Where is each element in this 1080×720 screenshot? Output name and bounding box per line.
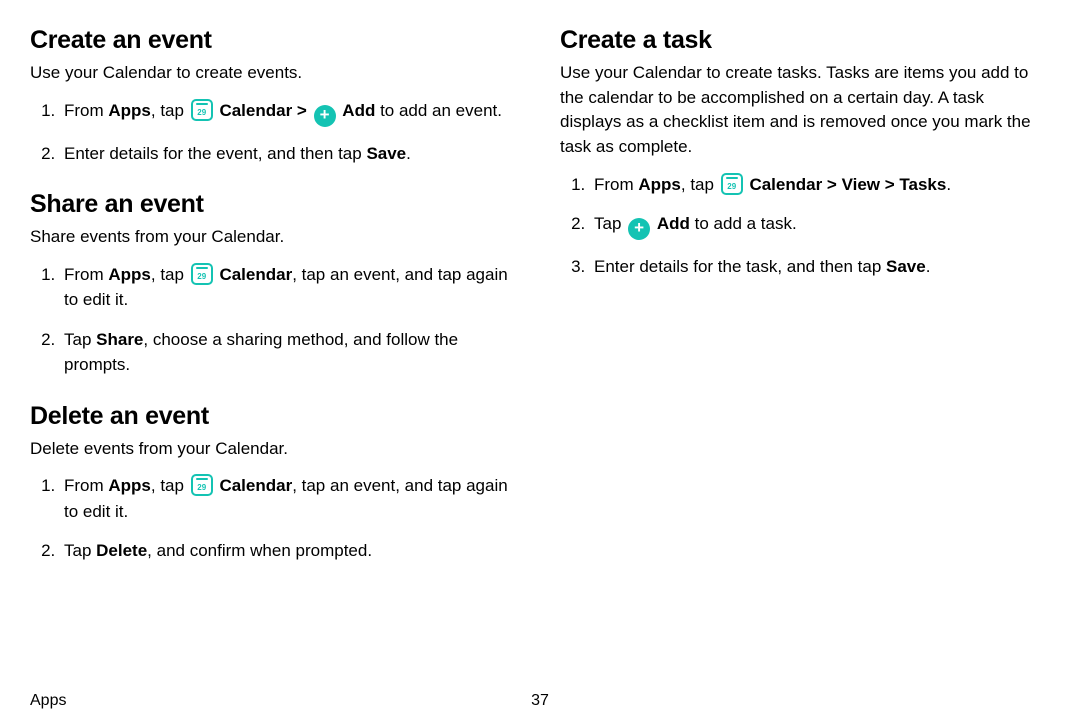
text: Tap xyxy=(64,330,96,349)
intro-create-task: Use your Calendar to create tasks. Tasks… xyxy=(560,61,1050,160)
delete-label: Delete xyxy=(96,541,147,560)
text: Enter details for the task, and then tap xyxy=(594,257,886,276)
text: . xyxy=(946,175,951,194)
text: , and confirm when prompted. xyxy=(147,541,372,560)
text: , tap xyxy=(151,476,189,495)
calendar-label: Calendar xyxy=(219,101,292,120)
text: , tap xyxy=(151,101,189,120)
apps-label: Apps xyxy=(108,101,151,120)
text: From xyxy=(594,175,638,194)
view-label: View xyxy=(842,175,880,194)
apps-label: Apps xyxy=(108,265,151,284)
right-column: Create a task Use your Calendar to creat… xyxy=(560,20,1050,578)
tasks-label: Tasks xyxy=(899,175,946,194)
text: , tap xyxy=(681,175,719,194)
heading-delete-event: Delete an event xyxy=(30,402,520,431)
text: to add a task. xyxy=(690,214,797,233)
steps-create-task: From Apps, tap Calendar > View > Tasks. … xyxy=(560,172,1050,280)
add-label: Add xyxy=(657,214,690,233)
steps-share-event: From Apps, tap Calendar, tap an event, a… xyxy=(30,262,520,378)
text: Tap xyxy=(64,541,96,560)
intro-create-event: Use your Calendar to create events. xyxy=(30,61,520,86)
list-item: Tap Add to add a task. xyxy=(590,211,1050,240)
manual-page: Create an event Use your Calendar to cre… xyxy=(0,0,1080,720)
heading-create-event: Create an event xyxy=(30,26,520,55)
calendar-label: Calendar xyxy=(219,265,292,284)
save-label: Save xyxy=(366,144,406,163)
heading-share-event: Share an event xyxy=(30,190,520,219)
list-item: From Apps, tap Calendar, tap an event, a… xyxy=(60,262,520,313)
heading-create-task: Create a task xyxy=(560,26,1050,55)
apps-label: Apps xyxy=(638,175,681,194)
text: . xyxy=(926,257,931,276)
chevron-right-icon: > xyxy=(880,175,899,194)
footer-section-label: Apps xyxy=(30,692,66,710)
list-item: Tap Delete, and confirm when prompted. xyxy=(60,538,520,564)
two-column-layout: Create an event Use your Calendar to cre… xyxy=(30,20,1050,578)
add-label: Add xyxy=(342,101,375,120)
list-item: Tap Share, choose a sharing method, and … xyxy=(60,327,520,378)
steps-delete-event: From Apps, tap Calendar, tap an event, a… xyxy=(30,473,520,564)
list-item: From Apps, tap Calendar, tap an event, a… xyxy=(60,473,520,524)
footer-page-number: 37 xyxy=(531,692,549,710)
list-item: Enter details for the task, and then tap… xyxy=(590,254,1050,280)
apps-label: Apps xyxy=(108,476,151,495)
chevron-right-icon: > xyxy=(292,101,311,120)
calendar-icon xyxy=(191,474,213,496)
save-label: Save xyxy=(886,257,926,276)
text: From xyxy=(64,101,108,120)
text: . xyxy=(406,144,411,163)
list-item: Enter details for the event, and then ta… xyxy=(60,141,520,167)
share-label: Share xyxy=(96,330,143,349)
chevron-right-icon: > xyxy=(822,175,841,194)
text: From xyxy=(64,265,108,284)
calendar-label: Calendar xyxy=(219,476,292,495)
text: , tap xyxy=(151,265,189,284)
add-icon xyxy=(628,218,650,240)
list-item: From Apps, tap Calendar > Add to add an … xyxy=(60,98,520,127)
text: From xyxy=(64,476,108,495)
calendar-label: Calendar xyxy=(749,175,822,194)
add-icon xyxy=(314,105,336,127)
text: to add an event. xyxy=(375,101,502,120)
text: Enter details for the event, and then ta… xyxy=(64,144,366,163)
calendar-icon xyxy=(191,99,213,121)
calendar-icon xyxy=(191,263,213,285)
page-footer: Apps 37 xyxy=(30,692,1050,710)
list-item: From Apps, tap Calendar > View > Tasks. xyxy=(590,172,1050,198)
text: Tap xyxy=(594,214,626,233)
steps-create-event: From Apps, tap Calendar > Add to add an … xyxy=(30,98,520,167)
intro-share-event: Share events from your Calendar. xyxy=(30,225,520,250)
left-column: Create an event Use your Calendar to cre… xyxy=(30,20,520,578)
calendar-icon xyxy=(721,173,743,195)
intro-delete-event: Delete events from your Calendar. xyxy=(30,437,520,462)
